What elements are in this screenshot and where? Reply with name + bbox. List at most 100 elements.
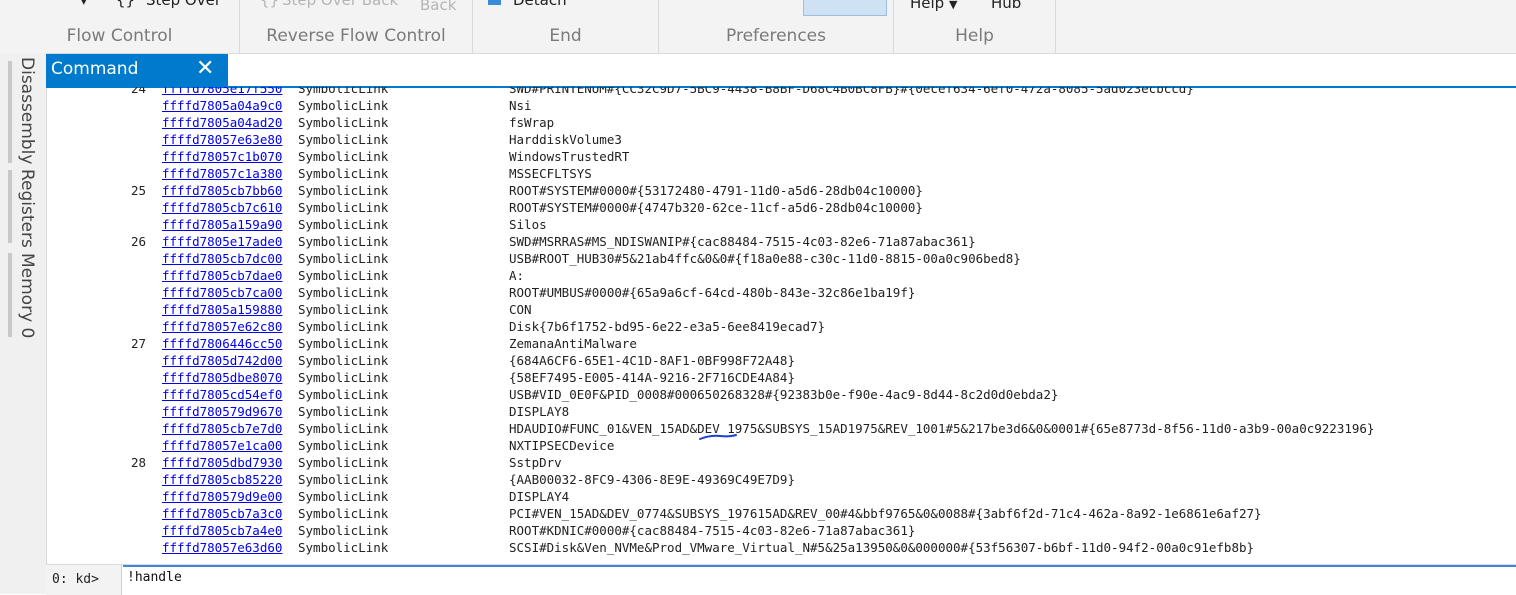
object-type: SymbolicLink bbox=[298, 353, 389, 368]
object-name: Silos bbox=[509, 217, 547, 232]
object-address-link[interactable]: ffffd7805cb7dc00 bbox=[162, 250, 282, 267]
detach-icon bbox=[488, 0, 501, 5]
object-type: SymbolicLink bbox=[298, 87, 389, 96]
command-input[interactable] bbox=[123, 565, 1516, 593]
object-address-link[interactable]: ffffd7805cb85220 bbox=[162, 471, 282, 488]
side-tab-registers[interactable]: Registers bbox=[12, 169, 42, 248]
object-type: SymbolicLink bbox=[298, 285, 389, 300]
tab-command-label: Command bbox=[51, 59, 139, 79]
object-address-link[interactable]: ffffd7805cb7a4e0 bbox=[162, 522, 282, 539]
object-address-link[interactable]: ffffd7805a159880 bbox=[162, 301, 282, 318]
row-number: 27 bbox=[130, 336, 146, 351]
detach-button[interactable]: Detach bbox=[513, 0, 567, 9]
object-name: NXTIPSECDevice bbox=[509, 438, 615, 453]
preferences-button[interactable] bbox=[803, 0, 887, 16]
object-type: SymbolicLink bbox=[298, 455, 389, 470]
help-menu-label: Help bbox=[910, 0, 945, 12]
object-address-link[interactable]: ffffd7805cb7a3c0 bbox=[162, 505, 282, 522]
object-type: SymbolicLink bbox=[298, 540, 389, 555]
help-menu-button[interactable]: Help ▼ bbox=[910, 0, 957, 12]
object-address-link[interactable]: ffffd78057c1a380 bbox=[162, 165, 282, 182]
row-number: 25 bbox=[130, 183, 146, 198]
object-address-link[interactable]: ffffd7805e17ade0 bbox=[162, 233, 282, 250]
object-address-link[interactable]: ffffd78057e63e80 bbox=[162, 131, 282, 148]
object-name: Nsi bbox=[509, 98, 532, 113]
object-name: HarddiskVolume3 bbox=[509, 132, 622, 147]
close-icon[interactable]: ✕ bbox=[196, 56, 214, 81]
object-name: SCSI#Disk&Ven_NVMe&Prod_VMware_Virtual_N… bbox=[509, 540, 1255, 555]
object-address-link[interactable]: ffffd7805cb7c610 bbox=[162, 199, 282, 216]
object-address-link[interactable]: ffffd780579d9670 bbox=[162, 403, 282, 420]
object-name: {684A6CF6-65E1-4C1D-8AF1-0BF998F72A48} bbox=[509, 353, 795, 368]
object-address-link[interactable]: ffffd780579d9e00 bbox=[162, 488, 282, 505]
object-type: SymbolicLink bbox=[298, 98, 389, 113]
chevron-down-icon[interactable]: ▾ bbox=[80, 0, 88, 9]
chevron-down-icon: ▼ bbox=[948, 0, 958, 11]
object-type: SymbolicLink bbox=[298, 523, 389, 538]
object-name: fsWrap bbox=[509, 115, 555, 130]
object-type: SymbolicLink bbox=[298, 183, 389, 198]
end-label: End bbox=[549, 26, 582, 46]
object-type: SymbolicLink bbox=[298, 472, 389, 487]
object-type: SymbolicLink bbox=[298, 387, 389, 402]
object-address-link[interactable]: ffffd78057c1b070 bbox=[162, 148, 282, 165]
hub-button[interactable]: Hub bbox=[991, 0, 1021, 12]
object-type: SymbolicLink bbox=[298, 251, 389, 266]
object-name: PCI#VEN_15AD&DEV_0774&SUBSYS_197615AD&RE… bbox=[509, 506, 1262, 521]
step-over-button[interactable]: Step Over bbox=[146, 0, 221, 9]
object-name: SstpDrv bbox=[509, 455, 562, 470]
object-address-link[interactable]: ffffd7806446cc50 bbox=[162, 335, 282, 352]
object-address-link[interactable]: ffffd7805cb7bb60 bbox=[162, 182, 282, 199]
object-name: ZemanaAntiMalware bbox=[509, 336, 637, 351]
flow-control-group: ▾ {} Step Over Flow Control bbox=[0, 0, 240, 53]
preferences-label: Preferences bbox=[726, 26, 826, 46]
object-name: CON bbox=[509, 302, 532, 317]
object-type: SymbolicLink bbox=[298, 217, 389, 232]
ribbon: ▾ {} Step Over Flow Control {} Step Over… bbox=[0, 0, 1516, 54]
object-type: SymbolicLink bbox=[298, 200, 389, 215]
object-type: SymbolicLink bbox=[298, 438, 389, 453]
command-output[interactable]: 24 ffffd7805e17f550 SymbolicLink SWD#PRINTE… bbox=[47, 87, 1516, 555]
object-type: SymbolicLink bbox=[298, 132, 389, 147]
object-address-link[interactable]: ffffd7805e17f550 bbox=[162, 87, 282, 97]
step-over-icon[interactable]: {} bbox=[116, 0, 135, 9]
object-type: SymbolicLink bbox=[298, 115, 389, 130]
row-number: 28 bbox=[130, 455, 146, 470]
object-address-link[interactable]: ffffd7805cb7ca00 bbox=[162, 284, 282, 301]
object-name: Disk{7b6f1752-bd95-6e22-e3a5-6ee8419ecad… bbox=[509, 319, 826, 334]
object-name: ROOT#KDNIC#0000#{cac88484-7515-4c03-82e6… bbox=[509, 523, 916, 538]
object-address-link[interactable]: ffffd78057e62c80 bbox=[162, 318, 282, 335]
object-name: ROOT#UMBUS#0000#{65a9a6cf-64cd-480b-843e… bbox=[509, 285, 916, 300]
object-address-link[interactable]: ffffd7805cb7dae0 bbox=[162, 267, 282, 284]
reverse-flow-control-label: Reverse Flow Control bbox=[266, 26, 446, 46]
object-address-link[interactable]: ffffd7805cd54ef0 bbox=[162, 386, 282, 403]
object-address-link[interactable]: ffffd7805d742d00 bbox=[162, 352, 282, 369]
object-type: SymbolicLink bbox=[298, 268, 389, 283]
object-address-link[interactable]: ffffd78057e63d60 bbox=[162, 539, 282, 555]
object-name: {58EF7495-E005-414A-9216-2F716CDE4A84} bbox=[509, 370, 795, 385]
back-button[interactable]: Back bbox=[420, 0, 456, 14]
object-address-link[interactable]: ffffd7805a04ad20 bbox=[162, 114, 282, 131]
object-name: MSSECFLTSYS bbox=[509, 166, 592, 181]
side-tab-disassembly[interactable]: Disassembly bbox=[12, 57, 42, 164]
object-address-link[interactable]: ffffd7805cb7e7d0 bbox=[162, 420, 282, 437]
side-tab-memory[interactable]: Memory 0 bbox=[12, 253, 42, 338]
object-name: WindowsTrustedRT bbox=[509, 149, 630, 164]
object-address-link[interactable]: ffffd78057e1ca00 bbox=[162, 437, 282, 454]
object-name: {AAB00032-8FC9-4306-8E9E-49369C49E7D9} bbox=[509, 472, 795, 487]
object-name: A: bbox=[509, 268, 525, 283]
object-address-link[interactable]: ffffd7805dbe8070 bbox=[162, 369, 282, 386]
tab-command[interactable]: Command ✕ bbox=[46, 54, 228, 86]
object-name: ROOT#SYSTEM#0000#{4747b320-62ce-11cf-a5d… bbox=[509, 200, 923, 215]
object-type: SymbolicLink bbox=[298, 421, 389, 436]
object-address-link[interactable]: ffffd7805a04a9c0 bbox=[162, 97, 282, 114]
object-type: SymbolicLink bbox=[298, 489, 389, 504]
object-name: DISPLAY4 bbox=[509, 489, 570, 504]
help-group: Help ▼ Hub Help bbox=[894, 0, 1056, 53]
step-over-back-button[interactable]: Step Over Back bbox=[282, 0, 398, 9]
object-type: SymbolicLink bbox=[298, 370, 389, 385]
object-address-link[interactable]: ffffd7805a159a90 bbox=[162, 216, 282, 233]
object-address-link[interactable]: ffffd7805dbd7930 bbox=[162, 454, 282, 471]
command-input-bar: 0: kd> bbox=[46, 564, 1516, 595]
row-number: 26 bbox=[130, 234, 146, 249]
